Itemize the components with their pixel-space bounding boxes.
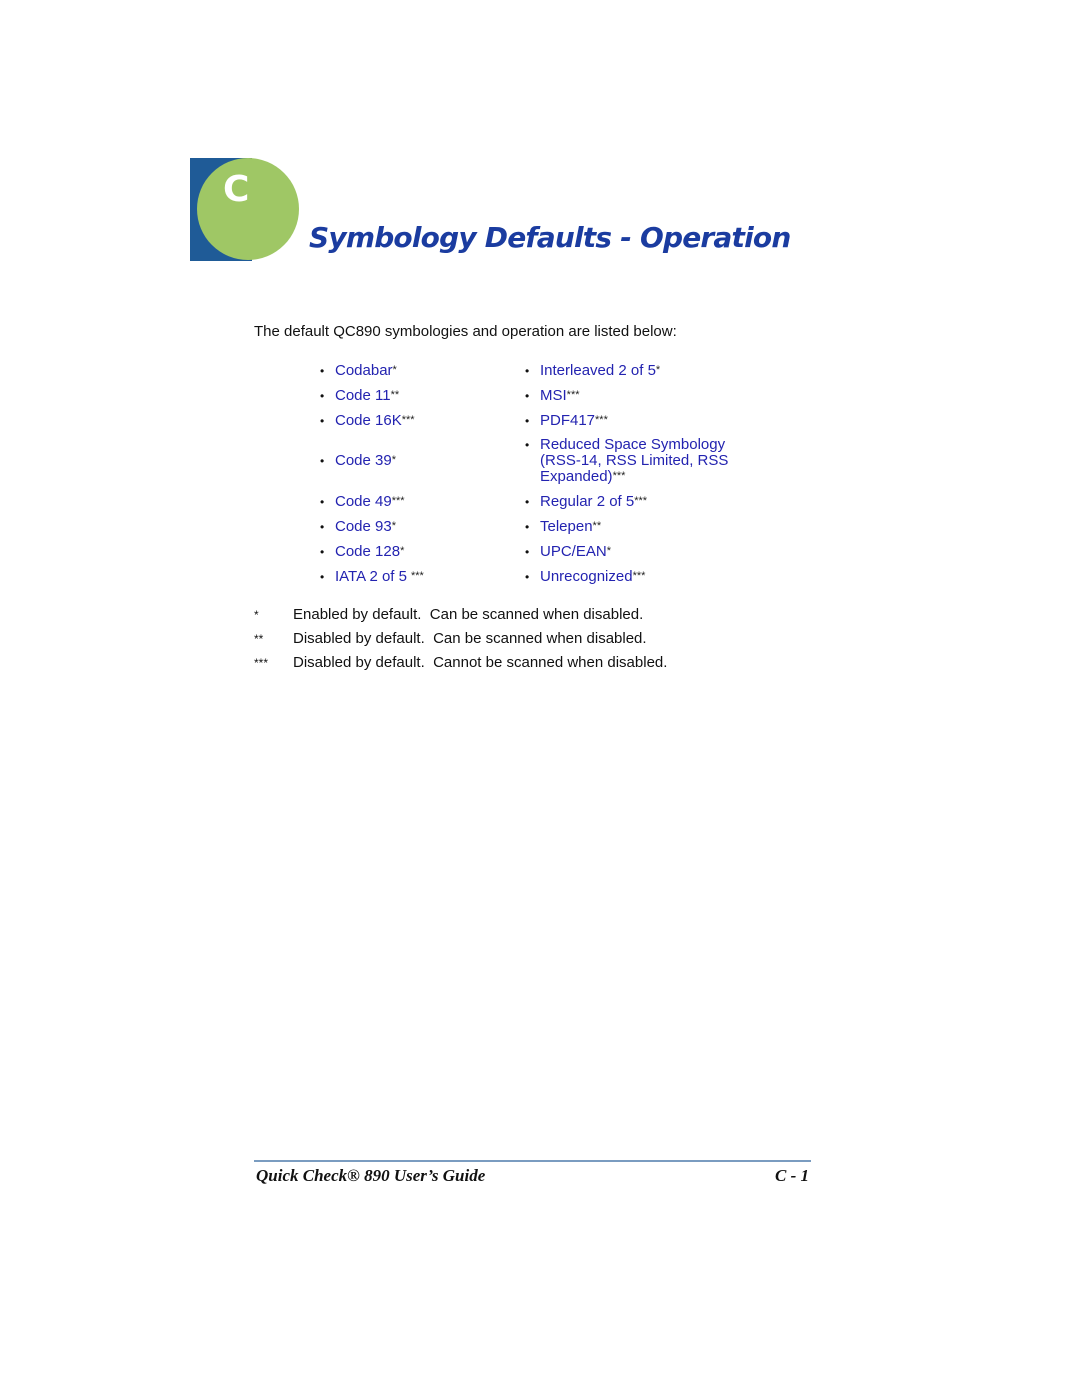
symbology-row: • Code 49*** • Regular 2 of 5***: [320, 489, 745, 514]
symbology-link-telepen[interactable]: Telepen: [540, 518, 593, 535]
legend-text: Disabled by default. Can be scanned when…: [293, 630, 647, 647]
symbology-item: • Code 128*: [320, 543, 525, 560]
footer-divider: [254, 1160, 811, 1162]
symbology-item: • Code 39*: [320, 453, 525, 469]
bullet-icon: •: [525, 544, 530, 559]
legend-row: ** Disabled by default. Can be scanned w…: [254, 629, 667, 653]
symbology-row: • Code 39* • Reduced Space Symbology (RSS-…: [320, 433, 745, 489]
bullet-icon: •: [525, 494, 530, 509]
symbology-link-msi[interactable]: MSI: [540, 387, 567, 404]
legend-text: Disabled by default. Cannot be scanned w…: [293, 654, 668, 671]
symbology-link-unrecognized[interactable]: Unrecognized: [540, 568, 633, 585]
symbology-link-code-93[interactable]: Code 93: [335, 518, 392, 535]
bullet-icon: •: [320, 494, 325, 509]
symbology-item: • MSI***: [525, 387, 745, 404]
symbology-row: • Code 128* • UPC/EAN*: [320, 539, 745, 564]
bullet-icon: •: [525, 438, 530, 452]
symbology-item: • Telepen**: [525, 518, 745, 535]
footnote-marker: ***: [566, 388, 580, 401]
symbology-link-code-16k[interactable]: Code 16K: [335, 412, 402, 429]
footnote-marker: ***: [612, 470, 626, 482]
page-number: C - 1: [775, 1166, 809, 1185]
legend-text: Enabled by default. Can be scanned when …: [293, 606, 644, 623]
bullet-icon: •: [525, 413, 530, 428]
legend-key: ***: [254, 656, 269, 670]
symbology-item: • Unrecognized***: [525, 568, 745, 585]
bullet-icon: •: [320, 363, 325, 378]
legend-key: *: [254, 608, 259, 622]
symbology-item: • Reduced Space Symbology (RSS-14, RSS Li…: [525, 437, 745, 485]
symbology-item: • UPC/EAN*: [525, 543, 745, 560]
bullet-icon: •: [320, 454, 325, 468]
symbology-link-rss[interactable]: Reduced Space Symbology (RSS-14, RSS Lim…: [540, 436, 728, 485]
symbology-link-code-39[interactable]: Code 39: [335, 452, 392, 469]
legend-row: *** Disabled by default. Cannot be scann…: [254, 653, 667, 677]
legend-row: * Enabled by default. Can be scanned whe…: [254, 605, 667, 629]
symbology-item: • Code 49***: [320, 493, 525, 510]
symbology-row: • Code 11** • MSI***: [320, 383, 745, 408]
symbology-item: • Interleaved 2 of 5*: [525, 362, 745, 379]
symbology-item: • Code 11**: [320, 387, 525, 404]
bullet-icon: •: [320, 388, 325, 403]
symbology-row: • IATA 2 of 5 *** • Unrecognized***: [320, 564, 745, 589]
footnote-marker: ***: [632, 569, 646, 582]
symbology-link-interleaved-2-of-5[interactable]: Interleaved 2 of 5: [540, 362, 656, 379]
footnote-legend: * Enabled by default. Can be scanned whe…: [254, 605, 667, 677]
footnote-marker: ***: [410, 569, 424, 582]
bullet-icon: •: [320, 544, 325, 559]
footnote-marker: ***: [401, 413, 415, 426]
symbology-list: • Codabar* • Interleaved 2 of 5* • Code 11*…: [320, 358, 745, 589]
symbology-link-upc-ean[interactable]: UPC/EAN: [540, 543, 607, 560]
symbology-row: • Code 93* • Telepen**: [320, 514, 745, 539]
symbology-link-regular-2-of-5[interactable]: Regular 2 of 5: [540, 493, 634, 510]
symbology-row: • Codabar* • Interleaved 2 of 5*: [320, 358, 745, 383]
bullet-icon: •: [525, 569, 530, 584]
intro-text: The default QC890 symbologies and operat…: [254, 323, 677, 340]
bullet-icon: •: [320, 413, 325, 428]
symbology-item: • Regular 2 of 5***: [525, 493, 745, 510]
bullet-icon: •: [525, 519, 530, 534]
symbology-link-codabar[interactable]: Codabar: [335, 362, 393, 379]
bullet-icon: •: [525, 363, 530, 378]
footnote-marker: *: [392, 363, 397, 376]
symbology-item: • Code 93*: [320, 518, 525, 535]
footer-guide-title: Quick Check® 890 User’s Guide: [256, 1166, 486, 1185]
bullet-icon: •: [525, 388, 530, 403]
chapter-title: Symbology Defaults - Operation: [309, 221, 791, 254]
symbology-link-code-128[interactable]: Code 128: [335, 543, 400, 560]
footnote-marker: *: [391, 454, 396, 466]
symbology-link-iata-2-of-5[interactable]: IATA 2 of 5: [335, 568, 407, 585]
symbology-link-code-11[interactable]: Code 11: [335, 387, 391, 404]
footnote-marker: **: [390, 388, 400, 401]
chapter-letter: C: [223, 169, 250, 210]
chapter-badge: C: [190, 158, 302, 261]
footnote-marker: *: [655, 363, 661, 376]
bullet-icon: •: [320, 519, 325, 534]
symbology-row: • Code 16K*** • PDF417***: [320, 408, 745, 433]
footnote-marker: *: [606, 544, 611, 557]
symbology-item: • Codabar*: [320, 362, 525, 379]
footnote-marker: ***: [595, 413, 608, 426]
symbology-item: • IATA 2 of 5 ***: [320, 568, 525, 585]
footnote-marker: ***: [391, 494, 405, 507]
symbology-item: • Code 16K***: [320, 412, 525, 429]
footnote-marker: ***: [634, 494, 648, 507]
symbology-item: • PDF417***: [525, 412, 745, 429]
legend-key: **: [254, 632, 264, 646]
symbology-link-pdf417[interactable]: PDF417: [540, 412, 595, 429]
footnote-marker: *: [400, 544, 405, 557]
footnote-marker: *: [391, 519, 396, 532]
footnote-marker: **: [592, 519, 602, 532]
bullet-icon: •: [320, 569, 325, 584]
symbology-link-code-49[interactable]: Code 49: [335, 493, 392, 510]
